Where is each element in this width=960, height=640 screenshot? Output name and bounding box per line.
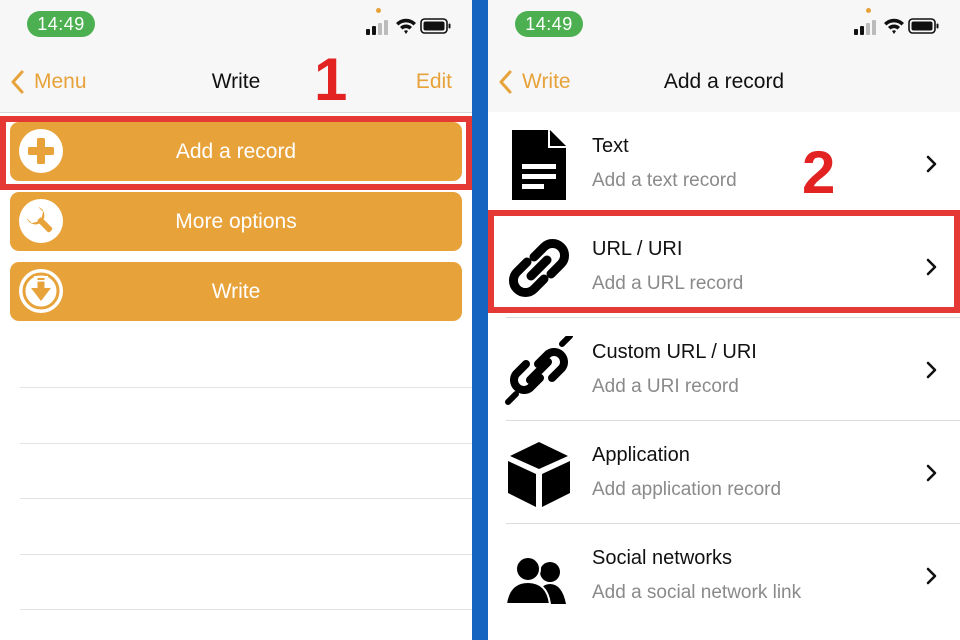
empty-row-divider [20,387,472,388]
status-bar: 14:49 [488,0,960,50]
wifi-icon [884,18,904,34]
empty-row-divider [20,554,472,555]
status-icons [366,18,451,35]
record-type-custom-url[interactable]: Custom URL / URI Add a URI record [488,318,960,421]
privacy-indicator-dot [376,8,381,13]
broken-link-icon [505,336,573,405]
wifi-icon [396,18,416,34]
chevron-right-icon [926,258,937,276]
record-title: Social networks [592,547,733,569]
status-bar: 14:49 [0,0,472,50]
users-icon [504,556,566,605]
chevron-left-icon [499,70,512,94]
empty-row-divider [20,609,472,610]
navigation-bar: Menu Write Edit [0,50,472,113]
record-subtitle: Add application record [592,479,782,500]
record-type-text[interactable]: Text Add a text record [488,112,960,215]
status-time: 14:49 [27,11,95,37]
privacy-indicator-dot [866,8,871,13]
write-button[interactable]: Write [10,262,462,321]
chevron-right-icon [926,567,937,585]
edit-button[interactable]: Edit [416,70,452,94]
back-button-label: Write [522,70,571,93]
link-icon [509,239,569,297]
record-title: Custom URL / URI [592,341,757,363]
back-button-write[interactable]: Write [498,68,571,96]
battery-icon [908,18,939,34]
chevron-right-icon [926,155,937,173]
record-subtitle: Add a URI record [592,376,739,397]
document-icon [512,130,566,200]
empty-row-divider [20,443,472,444]
step-number-1: 1 [314,46,348,113]
record-subtitle: Add a text record [592,170,737,191]
record-title: Application [592,444,690,466]
record-subtitle: Add a URL record [592,273,744,294]
empty-row-divider [20,498,472,499]
battery-icon [420,18,451,34]
write-screen: 14:49 Menu Write Edit Add a record More … [0,0,472,640]
add-record-button[interactable]: Add a record [10,122,462,181]
status-time: 14:49 [515,11,583,37]
step-number-2: 2 [802,139,836,206]
chevron-right-icon [926,361,937,379]
cellular-signal-icon [366,20,388,35]
record-type-url[interactable]: URL / URI Add a URL record [488,215,960,318]
record-type-social-networks[interactable]: Social networks Add a social network lin… [488,524,960,627]
cube-icon [508,442,570,507]
status-icons [854,18,939,35]
write-label: Write [211,280,261,303]
cellular-signal-icon [854,20,876,35]
more-options-button[interactable]: More options [10,192,462,251]
record-subtitle: Add a social network link [592,582,802,603]
record-title: URL / URI [592,238,683,260]
back-button-menu[interactable]: Menu [10,68,87,96]
more-options-label: More options [175,210,297,233]
record-type-application[interactable]: Application Add application record [488,421,960,524]
navigation-bar: Write Add a record [488,50,960,113]
record-title: Text [592,135,629,157]
chevron-right-icon [926,464,937,482]
chevron-left-icon [11,70,24,94]
add-record-label: Add a record [175,140,297,163]
add-record-screen: 14:49 Write Add a record Text Add a text… [488,0,960,640]
back-button-label: Menu [34,70,87,93]
